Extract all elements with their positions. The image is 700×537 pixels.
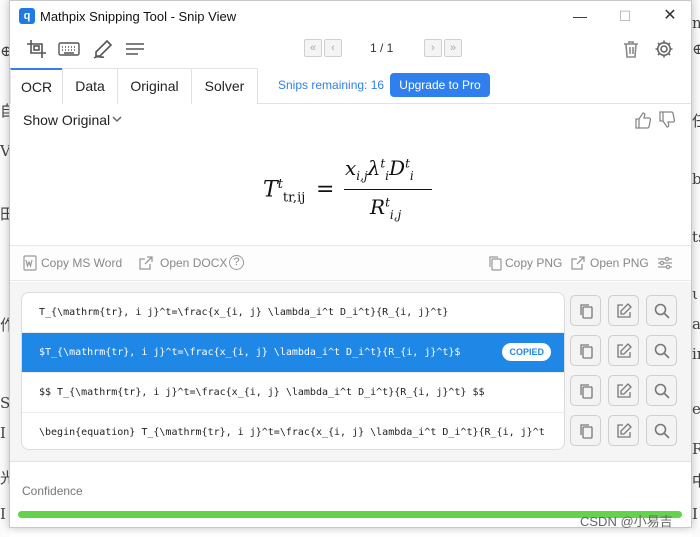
bg-glyph: ⊕	[0, 42, 9, 60]
open-png-button[interactable]: Open PNG	[590, 256, 649, 270]
minimize-button[interactable]: —	[565, 5, 595, 27]
fraction-bar	[344, 189, 432, 190]
upgrade-button[interactable]: Upgrade to Pro	[390, 73, 490, 97]
formula-lhs: Tttr,ij	[263, 177, 306, 206]
screenshot-icon[interactable]	[26, 39, 48, 59]
gear-icon[interactable]	[654, 39, 674, 59]
edit-button[interactable]	[608, 375, 639, 406]
snips-remaining: Snips remaining: 16	[278, 78, 385, 92]
bg-glyph: ne	[692, 14, 700, 32]
bg-glyph: 任	[692, 112, 700, 130]
bg-glyph: b	[692, 170, 700, 188]
prev-page-button[interactable]: ‹	[324, 39, 342, 57]
mathpix-logo-icon: q	[19, 8, 35, 24]
edit-button[interactable]	[608, 295, 639, 326]
bg-glyph: a	[692, 315, 700, 333]
bg-glyph: S	[0, 394, 9, 412]
external-link-icon[interactable]	[138, 255, 154, 271]
menu-icon[interactable]	[124, 39, 146, 59]
formula-numerator: xi,jλtiDti	[345, 156, 414, 183]
bg-glyph: I	[692, 505, 698, 523]
formula-equals: =	[316, 177, 335, 202]
next-page-button[interactable]: ›	[424, 39, 442, 57]
word-icon[interactable]	[22, 255, 38, 271]
copy-icon[interactable]	[487, 255, 503, 271]
bg-glyph: 自	[0, 102, 9, 120]
snip-view-window: q Mathpix Snipping Tool - Snip View — ☐ …	[9, 0, 692, 528]
copy-ms-word-button[interactable]: Copy MS Word	[41, 256, 122, 270]
page-indicator: 1 / 1	[370, 41, 394, 55]
bg-glyph: Ra	[692, 440, 700, 458]
first-page-button[interactable]: «	[304, 39, 322, 57]
copy-button[interactable]	[570, 335, 601, 366]
keyboard-icon[interactable]	[58, 39, 80, 59]
result-row-equation[interactable]: \begin{equation} T_{\mathrm{tr}, i j}^t=…	[22, 413, 564, 449]
thumbs-down-icon[interactable]	[658, 111, 676, 129]
window-title: Mathpix Snipping Tool - Snip View	[40, 9, 237, 24]
chevron-down-icon[interactable]	[111, 113, 123, 128]
bg-glyph: I	[0, 505, 6, 523]
maximize-button[interactable]: ☐	[610, 5, 640, 27]
pen-icon[interactable]	[92, 39, 114, 59]
show-original-toggle[interactable]: Show Original	[23, 112, 110, 128]
latex-results-list: T_{\mathrm{tr}, i j}^t=\frac{x_{i, j} \l…	[21, 292, 565, 450]
edit-button[interactable]	[608, 335, 639, 366]
external-link-icon[interactable]	[570, 255, 586, 271]
bg-glyph: V	[0, 142, 9, 160]
copy-png-button[interactable]: Copy PNG	[505, 256, 562, 270]
close-button[interactable]: ✕	[655, 5, 685, 27]
result-row-display[interactable]: $$ T_{\mathrm{tr}, i j}^t=\frac{x_{i, j}…	[22, 373, 564, 413]
search-button[interactable]	[646, 295, 677, 326]
help-icon[interactable]: ?	[229, 255, 244, 270]
background-document-left: ⊕ 自 V 田 作 S I 光 I	[0, 0, 9, 537]
tab-data[interactable]: Data	[62, 68, 118, 104]
tab-ocr[interactable]: OCR	[10, 68, 63, 104]
bg-glyph: ⊕	[692, 40, 700, 58]
export-action-bar: Copy MS Word Open DOCX ? Copy PNG Open P…	[10, 245, 691, 281]
search-button[interactable]	[646, 415, 677, 446]
latex-results-panel: T_{\mathrm{tr}, i j}^t=\frac{x_{i, j} \l…	[10, 282, 691, 462]
watermark: CSDN @小易吉	[580, 514, 673, 529]
title-bar: q Mathpix Snipping Tool - Snip View — ☐ …	[10, 1, 691, 33]
tab-solver[interactable]: Solver	[191, 68, 258, 104]
copy-button[interactable]	[570, 415, 601, 446]
toolbar: « ‹ 1 / 1 › »	[10, 33, 691, 65]
tab-bar: OCR Data Original Solver Snips remaining…	[10, 68, 691, 104]
result-row-raw[interactable]: T_{\mathrm{tr}, i j}^t=\frac{x_{i, j} \l…	[22, 293, 564, 333]
bg-glyph: 田	[0, 205, 9, 223]
bg-glyph: I	[0, 424, 6, 442]
pager: « ‹ 1 / 1 › »	[304, 39, 474, 59]
rendered-formula: Tttr,ij = xi,jλtiDti Rti,j	[210, 151, 490, 231]
bg-glyph: ec	[692, 400, 700, 418]
tab-original[interactable]: Original	[117, 68, 192, 104]
last-page-button[interactable]: »	[444, 39, 462, 57]
formula-denominator: Rti,j	[370, 195, 402, 222]
open-docx-button[interactable]: Open DOCX	[160, 256, 227, 270]
edit-button[interactable]	[608, 415, 639, 446]
bg-glyph: 作	[0, 316, 9, 334]
thumbs-up-icon[interactable]	[634, 111, 652, 129]
search-button[interactable]	[646, 375, 677, 406]
search-button[interactable]	[646, 335, 677, 366]
bg-glyph: 中	[692, 472, 700, 490]
bg-glyph: ι	[692, 285, 698, 303]
confidence-label: Confidence	[22, 484, 83, 498]
copied-badge: COPIED	[502, 343, 551, 361]
sliders-icon[interactable]	[657, 255, 673, 271]
bg-glyph: ts	[692, 228, 700, 246]
copy-button[interactable]	[570, 295, 601, 326]
background-document-right: ne ⊕ 任 b ts ι a ir ec Ra 中 I	[692, 0, 700, 537]
bg-glyph: 光	[0, 469, 9, 487]
bg-glyph: ir	[692, 345, 700, 363]
result-row-inline[interactable]: $T_{\mathrm{tr}, i j}^t=\frac{x_{i, j} \…	[22, 333, 564, 373]
copy-button[interactable]	[570, 375, 601, 406]
trash-icon[interactable]	[621, 39, 641, 59]
